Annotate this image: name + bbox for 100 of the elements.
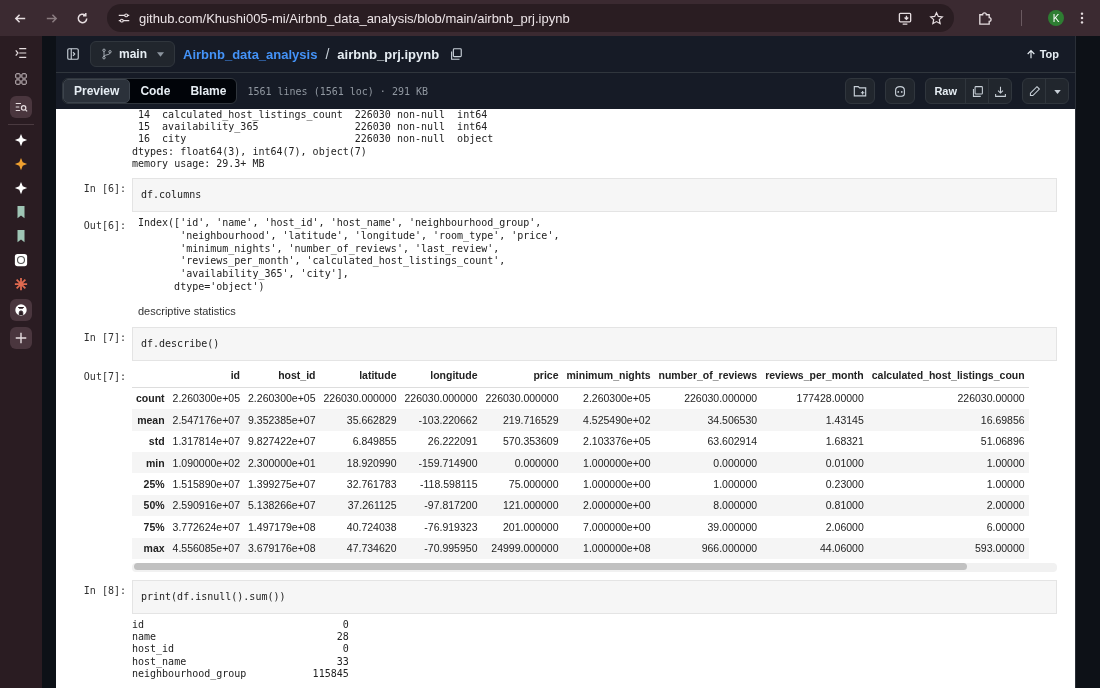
url-text: github.com/Khushi005-mi/Airbnb_data_analysis/blob/main/airbnb_prj.ipynb — [139, 10, 571, 26]
table-cell: 51.06896 — [867, 430, 1029, 452]
output-line: host_name 33 — [132, 655, 350, 668]
search-list-icon[interactable] — [10, 96, 32, 118]
table-cell: 1.515890e+07 — [168, 473, 245, 495]
output-line: 'reviews_per_month', 'calculated_host_listings_count', — [179, 255, 507, 269]
branch-icon — [101, 48, 113, 60]
sidebar-toggle-icon[interactable] — [64, 45, 82, 63]
table-cell: 2.00000 — [867, 494, 1029, 517]
output-line: 'availability_365', 'city'], — [179, 268, 350, 281]
table-cell: 1.00000 — [867, 473, 1029, 495]
column-header: calculated_host_listings_coun — [867, 362, 1029, 388]
table-cell: 6.00000 — [867, 516, 1029, 538]
table-cell: 8.000000 — [654, 494, 762, 517]
table-cell: 1.090000e+02 — [168, 451, 245, 474]
table-cell: 1.68321 — [761, 430, 868, 452]
address-bar[interactable]: github.com/Khushi005-mi/Airbnb_data_analysis/blob/main/airbnb_prj.ipynb — [107, 4, 954, 32]
table-cell: 570.353609 — [481, 430, 563, 452]
view-tab[interactable]: Blame — [180, 79, 237, 103]
table-cell: 3.772624e+07 — [168, 516, 245, 538]
table-cell: 0.01000 — [761, 451, 868, 474]
table-cell: -97.817200 — [400, 494, 482, 517]
table-cell: 226030.000000 — [319, 387, 401, 410]
table-cell: 9.352385e+07 — [244, 409, 320, 431]
reload-icon[interactable] — [75, 10, 90, 26]
bookmark-star-icon[interactable] — [929, 10, 944, 26]
table-cell: 37.261125 — [319, 494, 401, 517]
output-line: 'minimum_nights', 'number_of_reviews', 'last_review', — [179, 242, 501, 256]
table-cell: 16.69856 — [867, 409, 1029, 431]
table-cell: 226030.00000 — [867, 387, 1029, 410]
table-cell: 5.138266e+07 — [244, 494, 320, 517]
table-cell: 35.662829 — [319, 409, 401, 431]
table-cell: 1.497179e+08 — [244, 516, 320, 538]
path-separator: / — [325, 46, 330, 62]
sparkle-icon[interactable] — [14, 157, 28, 171]
extensions-icon[interactable] — [977, 10, 992, 26]
output-line: name 28 — [132, 631, 350, 644]
output-line: 'neighbourhood', 'latitude', 'longitude', 'room_type', 'price', — [179, 229, 561, 243]
table-cell: 966.000000 — [654, 537, 762, 559]
code-cell: print(df.isnull().sum()) — [132, 579, 1057, 614]
table-cell: 32.761783 — [319, 473, 401, 495]
list-indent-icon[interactable] — [14, 46, 28, 60]
input-prompt: In [6]: — [82, 182, 127, 194]
output-line: 14 calculated_host_listings_count 226030 non-null int64 — [137, 109, 489, 122]
view-tab[interactable]: Code — [130, 79, 181, 103]
table-cell: 24999.000000 — [481, 537, 563, 559]
table-cell: 40.724038 — [319, 516, 401, 538]
horizontal-scrollbar[interactable] — [132, 562, 1057, 572]
repo-link[interactable]: Airbnb_data_analysis — [183, 46, 318, 62]
install-app-icon[interactable] — [898, 10, 913, 26]
table-cell: -159.714900 — [400, 451, 482, 474]
table-cell: 63.602914 — [654, 430, 762, 452]
row-label: 75% — [132, 516, 169, 538]
table-cell: 39.000000 — [654, 516, 762, 538]
table-cell: 7.000000e+00 — [562, 516, 655, 538]
output-prompt: Out[6]: — [82, 219, 127, 231]
column-header: host_id — [244, 362, 320, 388]
table-cell: 1.000000e+08 — [562, 537, 655, 559]
table-cell: 1.43145 — [761, 409, 868, 431]
output-line: dtypes: float64(3), int64(7), object(7) — [132, 145, 368, 158]
table-cell: 47.734620 — [319, 537, 401, 559]
row-label: std — [132, 430, 169, 452]
column-header: number_of_reviews — [654, 362, 762, 388]
table-cell: 1.000000e+00 — [562, 473, 655, 495]
row-label: 25% — [132, 473, 169, 495]
table-cell: 9.827422e+07 — [244, 430, 320, 452]
column-header: latitude — [319, 362, 401, 388]
file-name: airbnb_prj.ipynb — [337, 46, 440, 62]
row-label: max — [132, 537, 169, 559]
table-cell: 0.000000 — [654, 451, 762, 474]
table-cell: -103.220662 — [400, 409, 482, 431]
table-cell: 44.06000 — [761, 537, 868, 559]
table-cell: 2.260300e+05 — [244, 387, 320, 410]
table-cell: 2.260300e+05 — [168, 387, 245, 410]
table-cell: 34.506530 — [654, 409, 762, 431]
output-line: id 0 — [132, 618, 350, 632]
branch-selector[interactable]: main — [90, 41, 175, 67]
column-header: minimum_nights — [562, 362, 655, 388]
folder-add-icon[interactable] — [845, 78, 876, 104]
sparkle-icon[interactable] — [14, 133, 28, 147]
table-cell: 177428.00000 — [761, 387, 868, 410]
profile-avatar[interactable]: K — [1048, 10, 1064, 26]
table-cell: 226030.000000 — [481, 387, 563, 410]
starburst-icon[interactable] — [14, 277, 28, 291]
site-settings-icon[interactable] — [117, 11, 131, 25]
table-cell: 3.679176e+08 — [244, 537, 320, 559]
table-cell: 2.260300e+05 — [562, 387, 655, 410]
top-link[interactable]: Top — [1025, 48, 1059, 60]
add-icon[interactable] — [10, 327, 32, 349]
row-label: 50% — [132, 494, 169, 517]
sparkle-icon[interactable] — [14, 181, 28, 195]
view-tab[interactable]: Preview — [63, 79, 131, 103]
output-prompt: Out[7]: — [82, 369, 127, 382]
arrow-up-icon — [1025, 49, 1036, 59]
menu-icon[interactable] — [1080, 11, 1084, 25]
table-cell: 4.525490e+02 — [562, 409, 655, 431]
output-line: dtype='object') — [173, 281, 266, 294]
output-line: Index(['id', 'name', 'host_id', 'host_name', 'neighbourhood_group', — [138, 217, 543, 230]
table-cell: -70.995950 — [400, 537, 482, 559]
file-info: 1561 lines (1561 loc) · 291 KB — [247, 85, 429, 97]
